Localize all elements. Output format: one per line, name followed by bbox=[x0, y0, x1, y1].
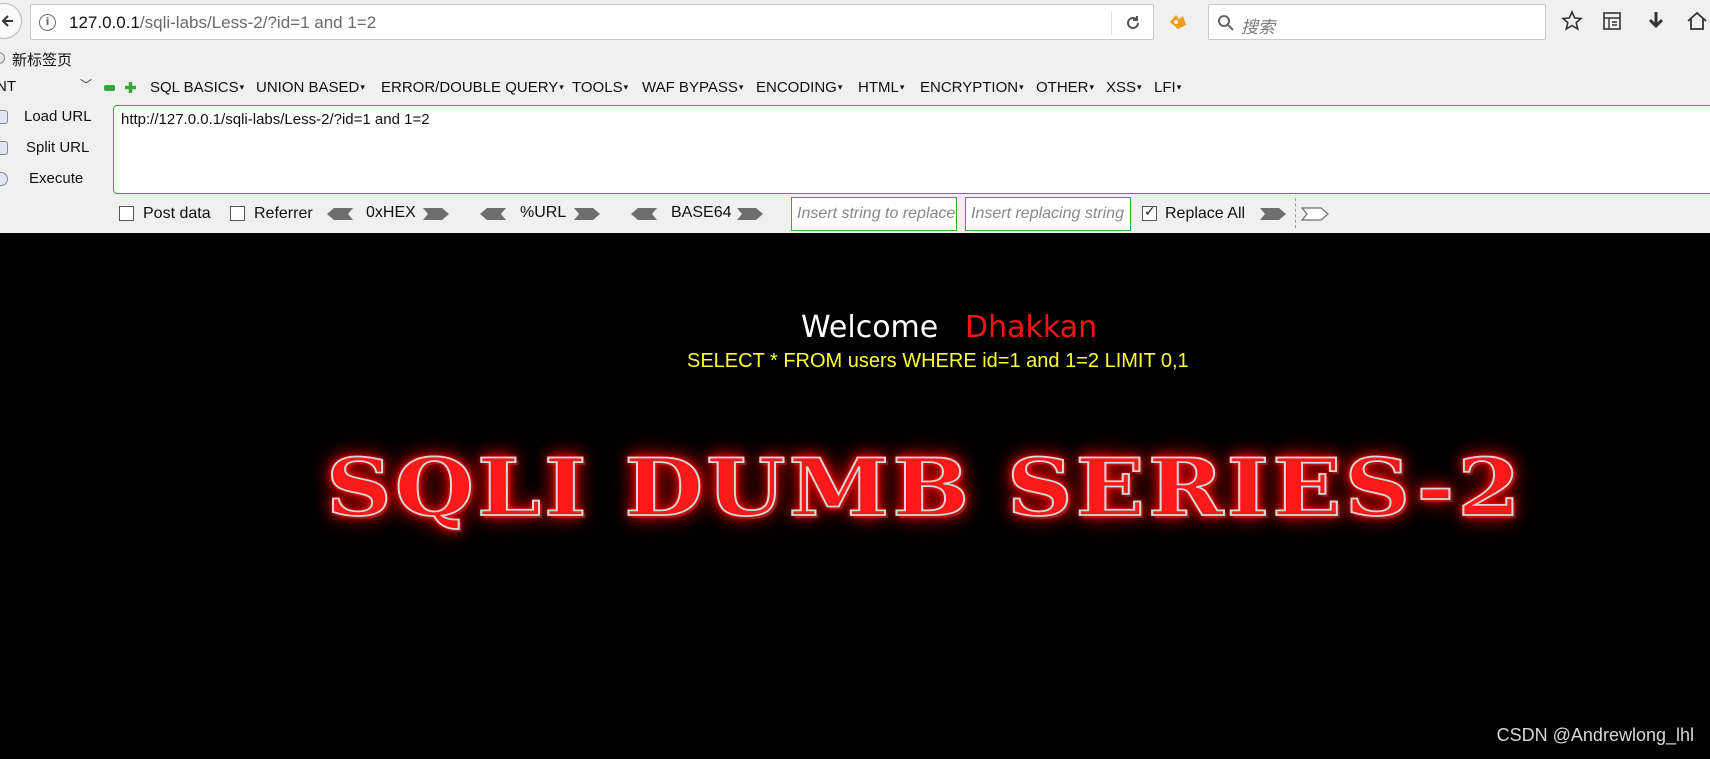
sql-query-text: SELECT * FROM users WHERE id=1 and 1=2 L… bbox=[687, 350, 1189, 372]
menu-encryption[interactable]: ENCRYPTION bbox=[920, 79, 1024, 96]
browser-chrome: i 127.0.0.1/sqli-labs/Less-2/?id=1 and 1… bbox=[0, 0, 1710, 233]
address-host: 127.0.0.1 bbox=[69, 13, 140, 32]
menu-xss[interactable]: XSS bbox=[1106, 79, 1142, 96]
replace-all-checkbox[interactable] bbox=[1142, 204, 1157, 221]
address-path: /sqli-labs/Less-2/?id=1 and 1=2 bbox=[139, 13, 377, 32]
search-placeholder: 搜索 bbox=[1241, 18, 1275, 38]
url-label: %URL bbox=[520, 204, 567, 221]
url-encode-arrow-icon[interactable] bbox=[573, 207, 601, 221]
bookmark-new-tab[interactable]: 新标签页 bbox=[12, 49, 72, 70]
banner-title: SQLI DUMB SERIES-2 bbox=[325, 442, 1524, 535]
post-data-label: Post data bbox=[143, 205, 211, 222]
address-bar[interactable]: i 127.0.0.1/sqli-labs/Less-2/?id=1 and 1… bbox=[30, 4, 1154, 40]
replace-from-input[interactable]: Insert string to replace bbox=[791, 197, 957, 231]
back-arrow-icon bbox=[1, 15, 13, 27]
chevron-down-icon: ﹀ bbox=[79, 78, 92, 92]
toolbar-divider bbox=[1295, 198, 1296, 228]
globe-icon bbox=[0, 52, 5, 64]
replace-arrow-icon[interactable] bbox=[1259, 207, 1287, 221]
hackbar-select[interactable]: NT ﹀ bbox=[0, 78, 96, 98]
replace-from-placeholder: Insert string to replace bbox=[797, 205, 956, 222]
post-data-checkbox[interactable] bbox=[119, 206, 134, 221]
split-url-icon bbox=[0, 141, 8, 155]
url-decode-arrow-icon[interactable] bbox=[479, 207, 507, 221]
replace-next-arrow-icon[interactable] bbox=[1301, 207, 1329, 221]
page-content: Welcome Dhakkan SELECT * FROM users WHER… bbox=[0, 233, 1710, 759]
menu-other[interactable]: OTHER bbox=[1036, 79, 1094, 96]
home-icon[interactable] bbox=[1686, 10, 1708, 32]
load-url-button[interactable]: Load URL bbox=[24, 108, 92, 125]
bookmarks-toolbar: 新标签页 bbox=[0, 44, 1710, 74]
menu-error-double-query[interactable]: ERROR/DOUBLE QUERY bbox=[381, 79, 564, 96]
navigation-toolbar: i 127.0.0.1/sqli-labs/Less-2/?id=1 and 1… bbox=[0, 0, 1710, 44]
bookmark-star-icon[interactable] bbox=[1561, 10, 1583, 32]
hackbar-url-textarea[interactable]: http://127.0.0.1/sqli-labs/Less-2/?id=1 … bbox=[113, 105, 1710, 194]
hex-decode-arrow-icon[interactable] bbox=[326, 207, 354, 221]
execute-icon bbox=[0, 172, 8, 186]
download-icon[interactable] bbox=[1646, 10, 1666, 32]
replace-to-input[interactable]: Insert replacing string bbox=[965, 197, 1131, 231]
menu-lfi[interactable]: LFI bbox=[1154, 79, 1181, 96]
hackbar-url-text: http://127.0.0.1/sqli-labs/Less-2/?id=1 … bbox=[121, 111, 430, 128]
address-divider bbox=[1111, 11, 1112, 35]
info-icon[interactable]: i bbox=[39, 14, 56, 31]
minus-icon[interactable] bbox=[104, 85, 115, 91]
watermark: CSDN @Andrewlong_lhl bbox=[1496, 725, 1694, 745]
execute-button[interactable]: Execute bbox=[29, 170, 83, 187]
extension-icon[interactable] bbox=[1167, 10, 1189, 32]
base64-label: BASE64 bbox=[671, 204, 732, 221]
menu-sql-basics[interactable]: SQL BASICS bbox=[150, 79, 244, 96]
base64-decode-arrow-icon[interactable] bbox=[630, 207, 658, 221]
plus-icon[interactable] bbox=[124, 81, 137, 94]
hex-label: 0xHEX bbox=[366, 204, 416, 221]
referrer-label: Referrer bbox=[254, 205, 313, 222]
referrer-checkbox[interactable] bbox=[230, 206, 245, 221]
split-url-button[interactable]: Split URL bbox=[26, 139, 89, 156]
hackbar-menu: NT ﹀ SQL BASICS UNION BASED ERROR/DOUBLE … bbox=[0, 74, 1710, 104]
hex-encode-arrow-icon[interactable] bbox=[422, 207, 450, 221]
hackbar-select-value: NT bbox=[0, 78, 16, 95]
reading-list-icon[interactable] bbox=[1601, 10, 1623, 32]
back-button[interactable] bbox=[0, 3, 22, 39]
menu-tools[interactable]: TOOLS bbox=[572, 79, 628, 96]
user-name: Dhakkan bbox=[965, 310, 1098, 345]
replace-all-label: Replace All bbox=[1165, 205, 1246, 222]
search-bar[interactable]: 搜索 bbox=[1208, 4, 1546, 40]
welcome-text: Welcome bbox=[801, 310, 939, 345]
replace-to-placeholder: Insert replacing string bbox=[971, 205, 1124, 222]
menu-encoding[interactable]: ENCODING bbox=[756, 79, 842, 96]
menu-waf-bypass[interactable]: WAF BYPASS bbox=[642, 79, 743, 96]
base64-encode-arrow-icon[interactable] bbox=[736, 207, 764, 221]
search-icon bbox=[1218, 15, 1234, 31]
load-url-icon bbox=[0, 110, 8, 124]
address-text[interactable]: 127.0.0.1/sqli-labs/Less-2/?id=1 and 1=2 bbox=[69, 13, 376, 33]
menu-union-based[interactable]: UNION BASED bbox=[256, 79, 365, 96]
reload-icon[interactable] bbox=[1124, 14, 1142, 32]
menu-html[interactable]: HTML bbox=[858, 79, 904, 96]
